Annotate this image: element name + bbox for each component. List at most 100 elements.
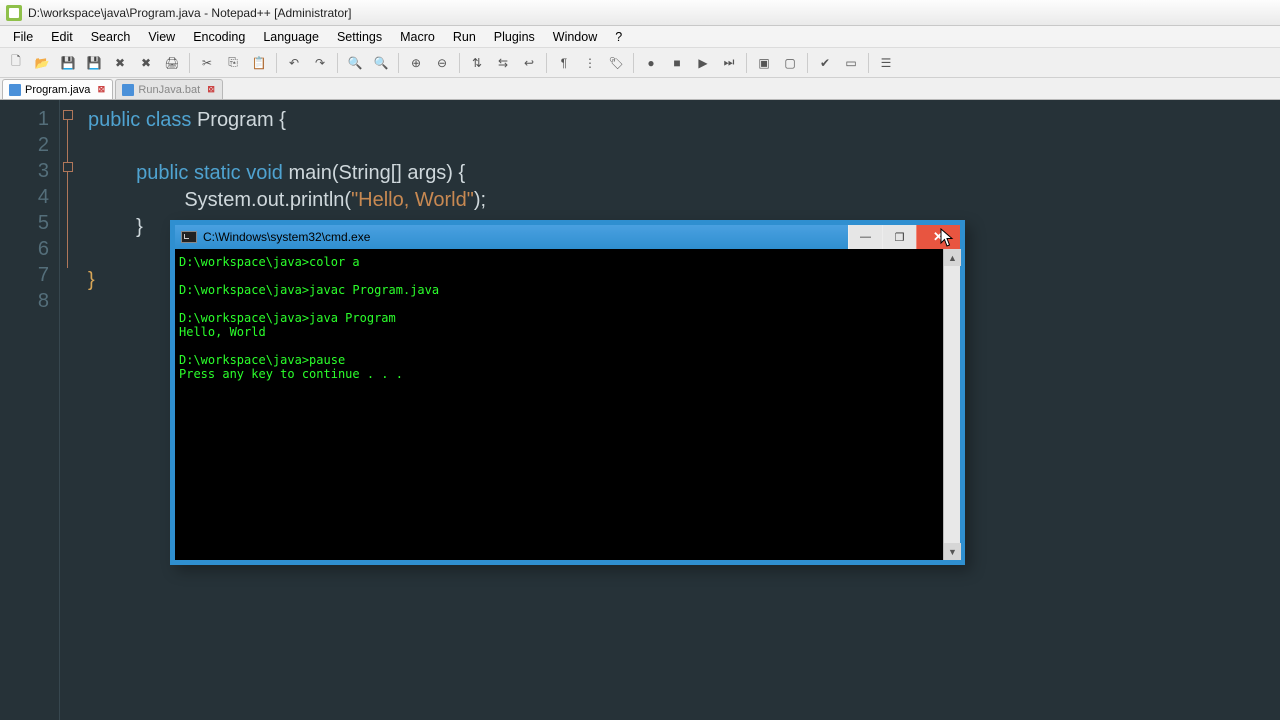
zoom-out-button[interactable]: ⊖ <box>430 51 454 75</box>
menu-run[interactable]: Run <box>444 28 485 46</box>
hidden-chars-button[interactable]: ¶ <box>552 51 576 75</box>
cmd-body: D:\workspace\java>color a D:\workspace\j… <box>175 249 960 560</box>
undo-button[interactable]: ↶ <box>282 51 306 75</box>
menu-edit[interactable]: Edit <box>42 28 82 46</box>
paste-button[interactable]: 📋 <box>247 51 271 75</box>
menu-language[interactable]: Language <box>254 28 328 46</box>
menu-plugins[interactable]: Plugins <box>485 28 544 46</box>
menu-file[interactable]: File <box>4 28 42 46</box>
window-title: D:\workspace\java\Program.java - Notepad… <box>28 6 351 20</box>
string-literal: "Hello, World" <box>351 189 474 211</box>
fold-guide <box>67 120 68 268</box>
line-number: 5 <box>0 210 49 236</box>
line-number: 2 <box>0 132 49 158</box>
brace: { <box>279 109 286 131</box>
menu-help[interactable]: ? <box>606 28 631 46</box>
stop-button[interactable]: ■ <box>665 51 689 75</box>
sync-h-button[interactable]: ⇆ <box>491 51 515 75</box>
copy-button[interactable]: ⎘ <box>221 51 245 75</box>
save-button[interactable]: 💾 <box>56 51 80 75</box>
find-button[interactable]: 🔍 <box>343 51 367 75</box>
unfold-button[interactable]: ▢ <box>778 51 802 75</box>
replace-button[interactable]: 🔍 <box>369 51 393 75</box>
file-icon <box>122 84 134 96</box>
menu-search[interactable]: Search <box>82 28 140 46</box>
tabbar: Program.java ⊠ RunJava.bat ⊠ <box>0 78 1280 100</box>
scrollbar[interactable]: ▲ ▼ <box>943 249 960 560</box>
keyword: public class <box>88 109 197 131</box>
toolbar-separator <box>546 53 547 73</box>
lang-button[interactable]: 🏷 <box>604 51 628 75</box>
toolbar-separator <box>276 53 277 73</box>
toolbar-separator <box>807 53 808 73</box>
print-button[interactable]: 🖨 <box>160 51 184 75</box>
menu-settings[interactable]: Settings <box>328 28 391 46</box>
cmd-title: C:\Windows\system32\cmd.exe <box>203 230 370 244</box>
close-button[interactable]: ✖ <box>108 51 132 75</box>
menu-window[interactable]: Window <box>544 28 606 46</box>
new-button[interactable]: 🗋 <box>4 51 28 75</box>
window-buttons: — ❐ ✕ <box>848 225 960 249</box>
file-icon <box>9 84 21 96</box>
func-list-button[interactable]: ☰ <box>874 51 898 75</box>
spell-button[interactable]: ✔ <box>813 51 837 75</box>
toolbar-separator <box>868 53 869 73</box>
line-number: 6 <box>0 236 49 262</box>
play-multi-button[interactable]: ⏭ <box>717 51 741 75</box>
tab-label: Program.java <box>25 84 90 96</box>
indent-guide-button[interactable]: ⋮ <box>578 51 602 75</box>
params: (String[] args) <box>332 162 459 184</box>
redo-button[interactable]: ↷ <box>308 51 332 75</box>
titlebar: D:\workspace\java\Program.java - Notepad… <box>0 0 1280 26</box>
toolbar-separator <box>746 53 747 73</box>
menu-macro[interactable]: Macro <box>391 28 444 46</box>
scroll-down-icon[interactable]: ▼ <box>944 543 961 560</box>
tab-runjava-bat[interactable]: RunJava.bat ⊠ <box>115 79 223 99</box>
toolbar: 🗋📂💾💾✖✖🖨✂⎘📋↶↷🔍🔍⊕⊖⇅⇆↩¶⋮🏷●■▶⏭▣▢✔▭☰ <box>0 48 1280 78</box>
brace: } <box>136 216 143 238</box>
fold-toggle-icon[interactable] <box>63 110 73 120</box>
method-name: main <box>288 162 331 184</box>
toolbar-separator <box>337 53 338 73</box>
keyword: public static void <box>136 162 288 184</box>
open-button[interactable]: 📂 <box>30 51 54 75</box>
cmd-window[interactable]: C:\Windows\system32\cmd.exe — ❐ ✕ D:\wor… <box>170 220 965 565</box>
maximize-button[interactable]: ❐ <box>882 225 916 249</box>
save-all-button[interactable]: 💾 <box>82 51 106 75</box>
line-number: 3 <box>0 158 49 184</box>
cut-button[interactable]: ✂ <box>195 51 219 75</box>
play-button[interactable]: ▶ <box>691 51 715 75</box>
line-number: 4 <box>0 184 49 210</box>
fold-toggle-icon[interactable] <box>63 162 73 172</box>
cmd-titlebar[interactable]: C:\Windows\system32\cmd.exe — ❐ ✕ <box>175 225 960 249</box>
close-icon[interactable]: ⊠ <box>96 85 106 95</box>
toolbar-separator <box>633 53 634 73</box>
brace: { <box>459 162 466 184</box>
close-button[interactable]: ✕ <box>916 225 960 249</box>
wrap-button[interactable]: ↩ <box>517 51 541 75</box>
line-gutter: 12345678 <box>0 100 60 720</box>
zoom-in-button[interactable]: ⊕ <box>404 51 428 75</box>
tab-program-java[interactable]: Program.java ⊠ <box>2 79 113 99</box>
cmd-output[interactable]: D:\workspace\java>color a D:\workspace\j… <box>175 249 943 560</box>
record-button[interactable]: ● <box>639 51 663 75</box>
close-icon[interactable]: ⊠ <box>206 85 216 95</box>
notepadpp-icon <box>6 5 22 21</box>
fold-button[interactable]: ▣ <box>752 51 776 75</box>
toolbar-separator <box>189 53 190 73</box>
doc-map-button[interactable]: ▭ <box>839 51 863 75</box>
class-name: Program <box>197 109 279 131</box>
line-number: 1 <box>0 106 49 132</box>
menu-encoding[interactable]: Encoding <box>184 28 254 46</box>
sync-v-button[interactable]: ⇅ <box>465 51 489 75</box>
close-all-button[interactable]: ✖ <box>134 51 158 75</box>
call: System.out.println( <box>184 189 351 211</box>
cmd-icon <box>181 231 197 243</box>
menu-view[interactable]: View <box>139 28 184 46</box>
scroll-up-icon[interactable]: ▲ <box>944 249 961 266</box>
fold-column[interactable] <box>60 100 80 720</box>
brace: } <box>88 269 95 291</box>
call-end: ); <box>474 189 486 211</box>
line-number: 7 <box>0 262 49 288</box>
minimize-button[interactable]: — <box>848 225 882 249</box>
